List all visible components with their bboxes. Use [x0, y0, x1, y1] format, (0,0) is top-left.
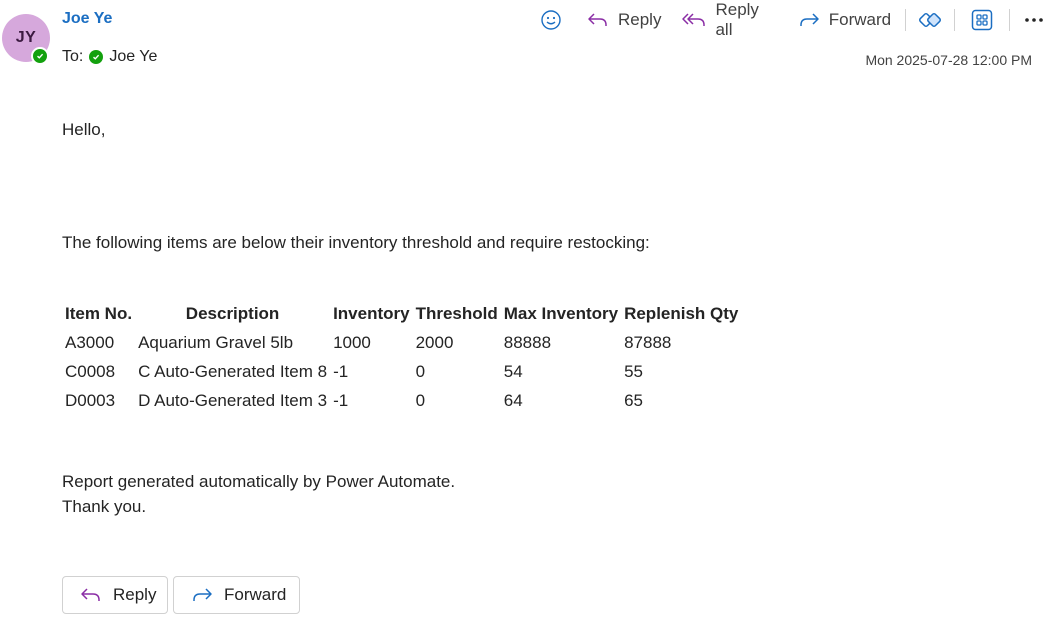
forward-icon — [190, 585, 214, 605]
quick-forward-button[interactable]: Forward — [173, 576, 300, 614]
column-header-threshold: Threshold — [415, 304, 498, 323]
toolbar-divider — [905, 9, 907, 31]
recipient-name[interactable]: Joe Ye — [109, 48, 157, 66]
apps-button[interactable] — [959, 6, 1005, 34]
inventory-table: Item No. Description Inventory Threshold… — [62, 303, 741, 415]
email-reading-pane: JY Joe Ye To: Joe Ye Mon 2025-07-28 12:0… — [0, 0, 1054, 625]
table-cell: 88888 — [503, 332, 552, 352]
table-cell: D Auto-Generated Item 3 — [138, 390, 328, 410]
recipient-presence-icon — [89, 50, 104, 64]
table-cell: C0008 — [65, 361, 116, 381]
table-row: D0003 D Auto-Generated Item 3 -1 0 64 65 — [62, 386, 741, 415]
table-cell: -1 — [333, 390, 349, 410]
react-button[interactable] — [536, 6, 576, 34]
loop-icon — [918, 8, 942, 32]
reply-all-icon — [681, 10, 707, 30]
apps-icon — [971, 9, 993, 31]
presence-available-icon — [31, 47, 49, 65]
loop-button[interactable] — [910, 6, 950, 34]
sent-timestamp: Mon 2025-07-28 12:00 PM — [865, 52, 1032, 68]
greeting-text: Hello, — [62, 120, 106, 139]
reply-icon — [79, 585, 103, 605]
table-cell: Aquarium Gravel 5lb — [138, 332, 294, 352]
to-line: To: Joe Ye — [62, 48, 157, 66]
toolbar-divider — [1009, 9, 1010, 31]
table-cell: 64 — [503, 390, 523, 410]
quick-reply-label: Reply — [113, 585, 157, 604]
column-header-max-inventory: Max Inventory — [503, 304, 619, 323]
table-cell: 55 — [624, 361, 643, 381]
table-cell: 0 — [415, 361, 426, 381]
closing-text: Report generated automatically by Power … — [62, 472, 456, 491]
reply-label: Reply — [618, 10, 662, 29]
table-cell: -1 — [333, 361, 349, 381]
more-icon — [1024, 17, 1044, 23]
table-cell: 1000 — [333, 332, 371, 352]
forward-icon — [797, 10, 821, 30]
table-cell: 87888 — [624, 332, 672, 352]
avatar-initials: JY — [15, 29, 37, 46]
message-toolbar: Reply Reply all Forward — [536, 0, 1054, 39]
table-cell: 2000 — [415, 332, 454, 352]
reply-all-label: Reply all — [715, 0, 759, 39]
table-cell: 0 — [415, 390, 426, 410]
more-actions-button[interactable] — [1014, 6, 1054, 34]
column-header-replenish-qty: Replenish Qty — [624, 304, 739, 323]
forward-button[interactable]: Forward — [787, 6, 901, 34]
intro-text: The following items are below their inve… — [62, 233, 650, 252]
table-header-row: Item No. Description Inventory Threshold… — [62, 303, 741, 328]
column-header-inventory: Inventory — [333, 304, 410, 323]
table-cell: 65 — [624, 390, 643, 410]
table-cell: D0003 — [65, 390, 116, 410]
column-header-item-no: Item No. — [65, 304, 133, 323]
quick-reply-button[interactable]: Reply — [62, 576, 168, 614]
emoji-icon — [540, 9, 562, 31]
table-cell: 54 — [503, 361, 523, 381]
table-cell: A3000 — [65, 332, 115, 352]
table-row: C0008 C Auto-Generated Item 8 -1 0 54 55 — [62, 357, 741, 386]
column-header-description: Description — [185, 304, 280, 323]
sender-name[interactable]: Joe Ye — [62, 10, 112, 28]
to-label: To: — [62, 48, 84, 65]
toolbar-divider — [954, 9, 956, 31]
forward-label: Forward — [828, 10, 892, 29]
signoff-text: Thank you. — [62, 497, 147, 516]
table-cell: C Auto-Generated Item 8 — [138, 361, 328, 381]
table-row: A3000 Aquarium Gravel 5lb 1000 2000 8888… — [62, 328, 741, 357]
quick-forward-label: Forward — [224, 585, 287, 604]
reply-all-button[interactable]: Reply all — [671, 0, 786, 39]
reply-button[interactable]: Reply — [576, 6, 671, 34]
reply-icon — [586, 10, 610, 30]
